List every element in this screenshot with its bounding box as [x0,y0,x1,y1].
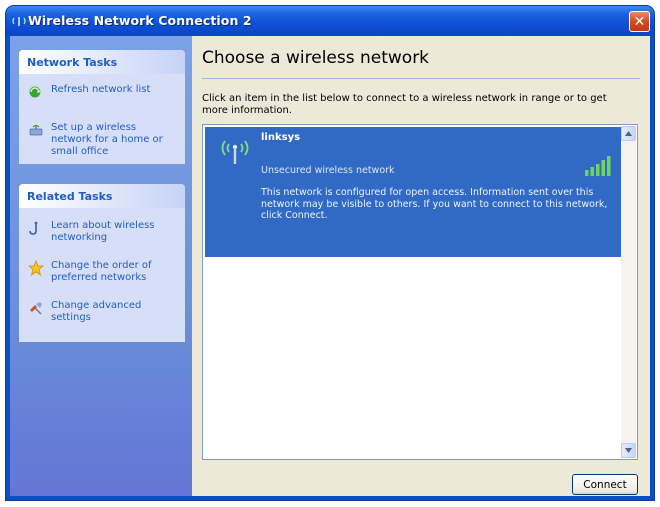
related-tasks-panel: Related Tasks Learn about wireless netwo… [19,184,185,342]
change-advanced-settings-link[interactable]: Change advanced settings [19,300,185,324]
page-title: Choose a wireless network [202,48,430,68]
connect-button[interactable]: Connect [572,474,638,495]
instruction-text: Click an item in the list below to conne… [202,93,607,116]
close-icon: ✕ [633,13,646,30]
window: Wireless Network Connection 2 ✕ Network … [6,6,654,500]
refresh-network-list-link[interactable]: Refresh network list [19,84,185,100]
signal-strength-icon [585,156,611,176]
network-name: linksys [261,132,301,143]
close-button[interactable]: ✕ [629,11,650,32]
title-bar[interactable]: Wireless Network Connection 2 ✕ [6,6,654,36]
change-preferred-order-link[interactable]: Change the order of preferred networks [19,260,185,284]
network-item-linksys[interactable]: linksys Unsecured wireless network This … [205,127,622,257]
star-icon [27,260,45,276]
network-tasks-panel: Network Tasks Refresh network list Set u… [19,50,185,164]
related-tasks-header: Related Tasks [19,184,185,208]
network-security-status: Unsecured wireless network [261,165,395,176]
sidebar: Network Tasks Refresh network list Set u… [10,36,192,496]
change-advanced-settings-label: Change advanced settings [51,300,142,323]
help-icon [29,221,38,235]
wireless-antenna-icon [221,140,249,164]
scroll-down-button[interactable] [621,443,636,458]
main-content: Choose a wireless network Click an item … [192,36,650,496]
network-description: This network is configured for open acce… [261,187,608,221]
learn-about-wireless-link[interactable]: Learn about wireless networking [19,220,185,244]
refresh-network-list-label: Refresh network list [51,84,151,95]
chevron-up-icon [625,131,632,136]
learn-about-wireless-label: Learn about wireless networking [51,220,155,243]
heading-divider [202,78,640,79]
chevron-down-icon [625,448,632,453]
change-preferred-order-label: Change the order of preferred networks [51,260,152,283]
refresh-icon [29,86,41,98]
connect-button-label: Connect [583,478,627,491]
wireless-title-icon [12,17,26,26]
network-tasks-header: Network Tasks [19,50,185,74]
dialog-body: Network Tasks Refresh network list Set u… [10,36,650,496]
setup-wireless-network-link[interactable]: Set up a wireless network for a home or … [19,122,185,158]
scroll-up-button[interactable] [621,126,636,141]
settings-icon [30,302,42,315]
network-list[interactable]: linksys Unsecured wireless network This … [202,124,638,460]
setup-network-icon [29,124,43,136]
window-title: Wireless Network Connection 2 [28,13,252,28]
list-scrollbar[interactable] [621,126,636,458]
setup-wireless-network-label: Set up a wireless network for a home or … [51,122,163,157]
